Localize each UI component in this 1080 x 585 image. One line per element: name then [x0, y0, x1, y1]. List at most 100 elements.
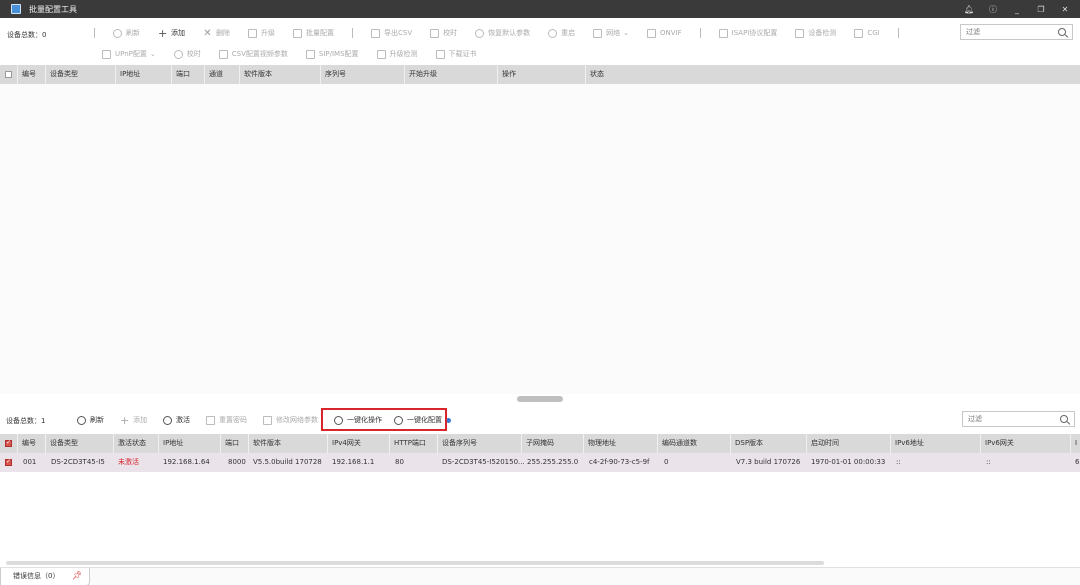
upgrade-button[interactable]: 升级	[248, 28, 275, 38]
col-header[interactable]: DSP版本	[730, 434, 763, 453]
csv-video-config-button[interactable]: CSV配置视频参数	[218, 49, 288, 59]
cell-status: 未激活	[118, 458, 139, 466]
col-header[interactable]: IPv6地址	[890, 434, 924, 453]
activate-button[interactable]: 激活	[163, 415, 190, 425]
refresh-button[interactable]: 刷新	[113, 28, 140, 38]
col-header[interactable]: 设备类型	[45, 434, 78, 453]
col-header[interactable]: 开始升级	[404, 65, 437, 84]
upnp-config-dropdown[interactable]: UPnP配置 ⌄	[102, 49, 156, 59]
check-icon	[795, 28, 805, 38]
info-icon[interactable]: ⓘ	[988, 4, 998, 15]
protocol-icon	[718, 28, 728, 38]
col-header[interactable]: 通道	[204, 65, 223, 84]
bottom-table-body	[0, 472, 1080, 564]
bottom-refresh-button[interactable]: 刷新	[77, 415, 104, 425]
isapi-config-button[interactable]: ISAPI协议配置	[718, 28, 777, 38]
time-check-button[interactable]: 校时	[173, 49, 201, 59]
chevron-down-icon: ⌄	[149, 50, 156, 58]
col-header[interactable]: 操作	[497, 65, 516, 84]
panel-splitter-handle[interactable]	[517, 396, 563, 402]
col-header[interactable]: 物理地址	[583, 434, 616, 453]
search-icon[interactable]	[1058, 28, 1066, 36]
select-all-checkbox[interactable]	[5, 71, 12, 78]
reset-password-button[interactable]: 重置密码	[206, 415, 247, 425]
col-header[interactable]: 激活状态	[113, 434, 146, 453]
bottom-toolbar: 设备总数：1 刷新 + 添加 激活 重置密码 修改网络参数 一键化操作 一键化配置	[0, 407, 1080, 433]
modify-network-button[interactable]: 修改网络参数	[263, 415, 318, 425]
export-csv-button[interactable]: 导出CSV	[371, 28, 412, 38]
col-header[interactable]: HTTP端口	[389, 434, 426, 453]
time-sync-button[interactable]: 校时	[430, 28, 457, 38]
search-icon[interactable]	[1060, 415, 1068, 423]
cgi-icon	[854, 28, 864, 38]
network-dropdown[interactable]: 网络 ⌄	[593, 28, 629, 38]
plus-icon: +	[120, 413, 130, 427]
batch-config-button[interactable]: 批量配置	[293, 28, 334, 38]
col-header[interactable]: 软件版本	[239, 65, 272, 84]
upnp-icon	[102, 49, 111, 59]
delete-button[interactable]: ✕ 删除	[203, 28, 230, 38]
col-header[interactable]: 端口	[171, 65, 190, 84]
reboot-button[interactable]: 重启	[548, 28, 575, 38]
top-toolbar-row1: 刷新 + 添加 ✕ 删除 升级 批量配置 导出CSV 校时 恢复默认参数 重启 网络…	[94, 26, 917, 40]
col-header[interactable]: 端口	[220, 434, 239, 453]
bottom-filter-input[interactable]	[963, 412, 1053, 426]
select-all-checkbox[interactable]	[5, 439, 12, 447]
onvif-button[interactable]: ONVIF	[647, 28, 682, 38]
cell-id: 001	[23, 458, 37, 466]
cell-serial: DS-2CD3T45-I520150...	[442, 458, 525, 466]
cell-dsp-version: V7.3 build 170726	[736, 458, 801, 466]
col-header[interactable]: 编号	[17, 434, 36, 453]
cell-device-type: DS-2CD3T45-I5	[51, 458, 105, 466]
cell-gateway: 192.168.1.1	[332, 458, 375, 466]
col-header[interactable]: IP地址	[158, 434, 183, 453]
sip-config-button[interactable]: SIP/IMS配置	[305, 49, 359, 59]
key-icon	[206, 415, 215, 425]
bell-icon[interactable]: 🔔︎	[964, 5, 974, 14]
col-header[interactable]: IP地址	[115, 65, 140, 84]
onvif-icon	[647, 28, 656, 38]
title-bar: 批量配置工具 🔔︎ ⓘ _ ❐ ✕	[0, 0, 1080, 18]
cell-subnet-mask: 255.255.255.0	[527, 458, 579, 466]
pin-icon[interactable]: 📌︎	[72, 572, 82, 580]
cgi-button[interactable]: CGI	[854, 28, 880, 38]
download-cert-button[interactable]: 下载证书	[435, 49, 477, 59]
col-header[interactable]: 设备类型	[45, 65, 78, 84]
col-header[interactable]: 设备序列号	[437, 434, 477, 453]
error-info-label: 错误信息（0）	[13, 572, 60, 580]
top-device-count: 设备总数：0	[7, 31, 47, 39]
row-checkbox[interactable]	[5, 458, 12, 466]
cell-extra: 6	[1075, 458, 1080, 466]
bottom-table-header: 编号 设备类型 激活状态 IP地址 端口 软件版本 IPv4网关 HTTP端口 …	[0, 434, 1080, 453]
bottom-device-count: 设备总数：1	[6, 417, 46, 425]
col-header[interactable]: I	[1070, 434, 1077, 453]
cell-http-port: 80	[395, 458, 404, 466]
device-check-button[interactable]: 设备检测	[795, 28, 836, 38]
window-controls: 🔔︎ ⓘ _ ❐ ✕	[964, 0, 1070, 18]
horizontal-scrollbar[interactable]	[6, 561, 824, 565]
close-button[interactable]: ✕	[1060, 5, 1070, 14]
table-row[interactable]: 001 DS-2CD3T45-I5 未激活 192.168.1.64 8000 …	[0, 453, 1080, 472]
bottom-filter-box	[962, 411, 1075, 427]
col-header[interactable]: 软件版本	[248, 434, 281, 453]
col-header[interactable]: 子网掩码	[521, 434, 554, 453]
add-button[interactable]: + 添加	[158, 28, 185, 39]
col-header[interactable]: 编码通道数	[657, 434, 697, 453]
restore-defaults-button[interactable]: 恢复默认参数	[475, 28, 530, 38]
bottom-add-button[interactable]: + 添加	[120, 413, 147, 427]
col-header[interactable]: IPv4网关	[327, 434, 361, 453]
clock-icon	[430, 28, 440, 38]
col-header[interactable]: 序列号	[320, 65, 346, 84]
top-filter-input[interactable]	[961, 25, 1051, 39]
col-header[interactable]: 启动时间	[806, 434, 839, 453]
toolbar-separator	[699, 28, 701, 38]
col-header[interactable]: 编号	[17, 65, 36, 84]
col-header[interactable]: IPv6网关	[980, 434, 1014, 453]
upgrade-check-button[interactable]: 升级检测	[376, 49, 418, 59]
network-icon	[593, 28, 603, 38]
col-header[interactable]: 状态	[585, 65, 604, 84]
restore-button[interactable]: ❐	[1036, 5, 1046, 14]
cell-software-version: V5.5.0build 170728	[253, 458, 322, 466]
minimize-button[interactable]: _	[1012, 5, 1022, 14]
highlight-annotation	[321, 408, 447, 431]
